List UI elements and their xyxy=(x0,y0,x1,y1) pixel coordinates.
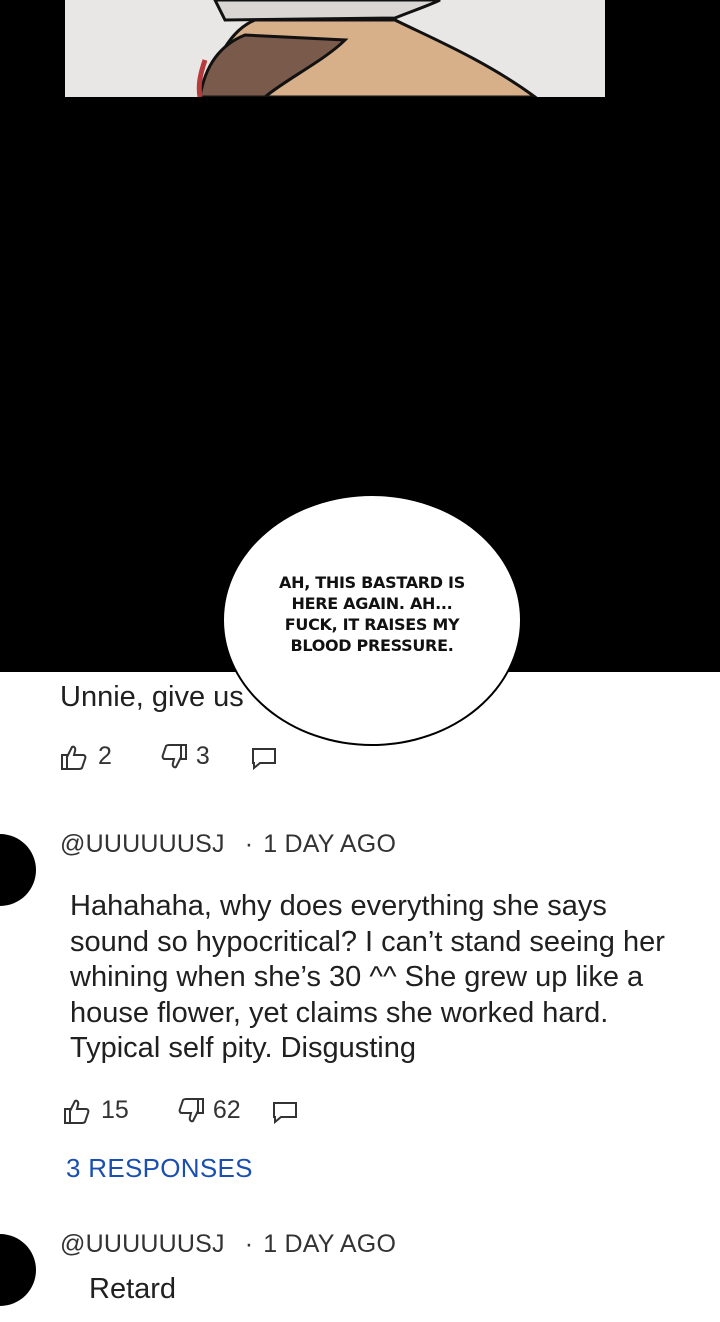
avatar[interactable] xyxy=(0,1234,36,1306)
comment-1-actions: 2 3 xyxy=(60,742,278,771)
avatar[interactable] xyxy=(0,834,36,906)
comment-2-actions: 15 62 xyxy=(63,1096,299,1125)
speech-bubble: AH, THIS BASTARD IS HERE AGAIN. AH... FU… xyxy=(222,494,522,746)
comment-1-text: Unnie, give us xyxy=(60,681,244,713)
view-responses-link[interactable]: 3 RESPONSES xyxy=(66,1153,253,1184)
meta-separator: · xyxy=(244,1230,254,1258)
reply-icon[interactable] xyxy=(250,743,278,771)
comment-timestamp: 1 DAY AGO xyxy=(263,830,397,858)
dislike-count: 3 xyxy=(195,742,210,770)
dislike-count: 62 xyxy=(212,1096,241,1124)
comment-2-text: Hahahaha, why does everything she says s… xyxy=(70,890,665,1064)
like-count: 2 xyxy=(98,742,112,770)
thumbs-down-icon[interactable] xyxy=(160,743,188,771)
reply-icon[interactable] xyxy=(271,1097,299,1125)
comment-3-text: Retard xyxy=(89,1273,177,1305)
comment-author[interactable]: @UUUUUUSJ xyxy=(60,830,225,858)
meta-separator: · xyxy=(244,830,254,858)
comment-3-meta: @UUUUUUSJ · 1 DAY AGO xyxy=(60,1230,396,1259)
thumbs-up-icon[interactable] xyxy=(60,743,88,771)
comment-2-meta: @UUUUUUSJ · 1 DAY AGO xyxy=(60,830,396,859)
thumbs-up-icon[interactable] xyxy=(63,1097,91,1125)
speech-bubble-text: AH, THIS BASTARD IS HERE AGAIN. AH... FU… xyxy=(279,573,465,655)
comment-author[interactable]: @UUUUUUSJ xyxy=(60,1230,225,1258)
comment-timestamp: 1 DAY AGO xyxy=(263,1230,397,1258)
comic-art-panel xyxy=(65,0,605,97)
like-count: 15 xyxy=(101,1096,129,1124)
thumbs-down-icon[interactable] xyxy=(177,1097,205,1125)
